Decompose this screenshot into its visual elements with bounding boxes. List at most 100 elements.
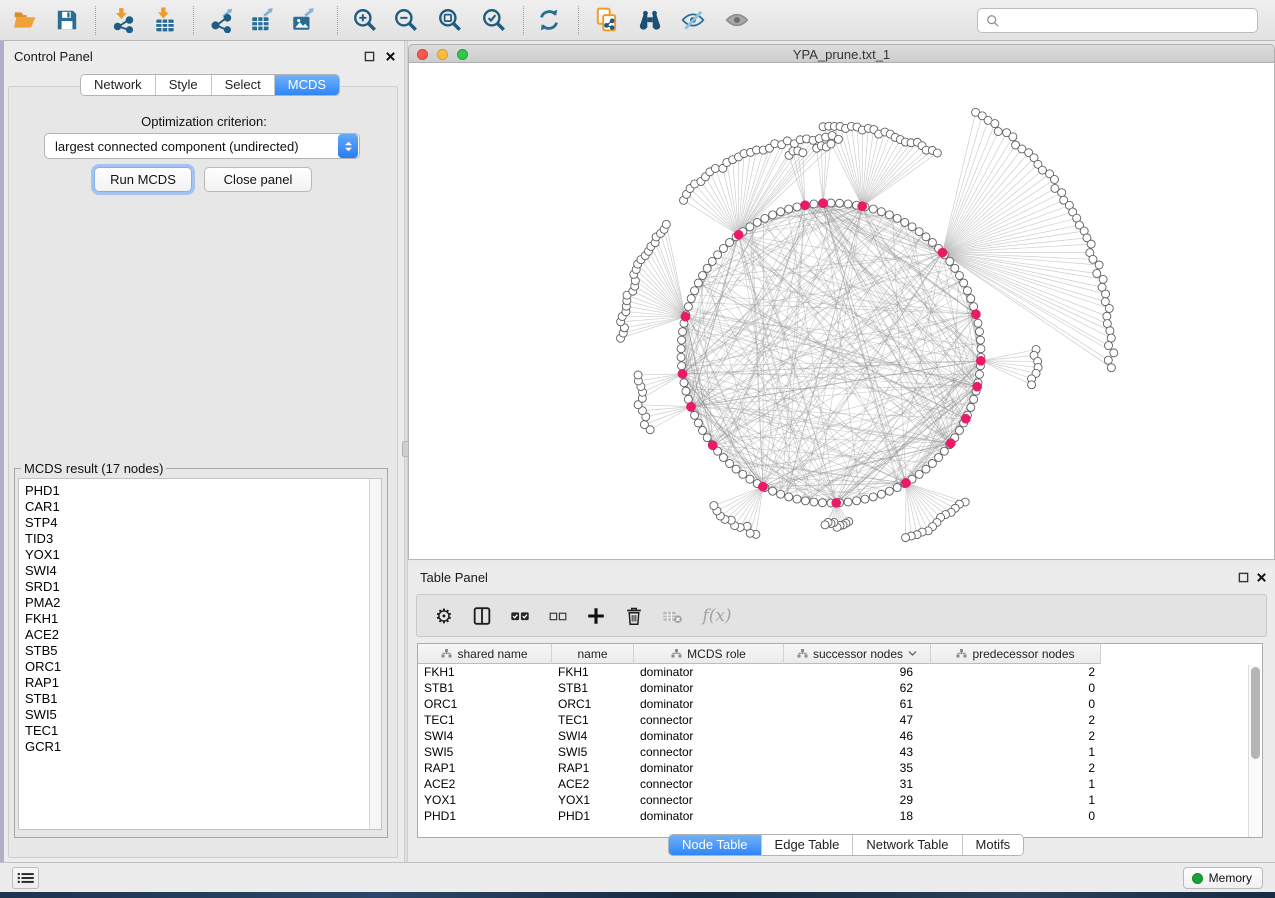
table-scrollbar[interactable] [1248,665,1261,837]
table-cell: connector [634,712,784,728]
column-header-mcds-role[interactable]: MCDS role [634,644,784,664]
import-network-button[interactable] [106,3,140,37]
tab-style[interactable]: Style [155,75,211,95]
close-table-panel-icon[interactable] [1254,570,1268,584]
table-cell: 96 [784,664,931,680]
mcds-result-item[interactable]: SRD1 [19,579,381,595]
mcds-result-item[interactable]: CAR1 [19,499,381,515]
mcds-result-item[interactable]: STB5 [19,643,381,659]
mcds-result-list[interactable]: PHD1CAR1STP4TID3YOX1SWI4SRD1PMA2FKH1ACE2… [18,478,382,830]
table-tab-node-table[interactable]: Node Table [669,835,761,855]
memory-button[interactable]: Memory [1183,867,1263,889]
delete-row-button[interactable] [621,603,647,629]
hide-unhide-button[interactable] [676,3,710,37]
close-panel-icon[interactable] [383,49,397,63]
zoom-fit-icon [437,7,463,33]
gear-icon: ⚙ [435,605,453,627]
table-cell: ACE2 [418,776,552,792]
task-history-button[interactable] [12,867,39,889]
network-file-icon [594,7,620,33]
close-panel-button[interactable]: Close panel [204,167,312,192]
table-row[interactable]: YOX1YOX1connector291 [418,792,1262,808]
refresh-icon [536,7,562,33]
run-mcds-button[interactable]: Run MCDS [94,167,192,192]
mcds-result-item[interactable]: TEC1 [19,723,381,739]
tab-network[interactable]: Network [81,75,155,95]
mcds-result-item[interactable]: STB1 [19,691,381,707]
toolbar-separator [523,6,524,35]
unselect-all-button[interactable] [545,603,571,629]
export-network-button[interactable] [205,3,239,37]
search-binoculars-button[interactable] [633,3,667,37]
table-settings-button[interactable]: ⚙ [431,603,457,629]
table-row[interactable]: ORC1ORC1dominator610 [418,696,1262,712]
table-row[interactable]: ACE2ACE2connector311 [418,776,1262,792]
mcds-result-item[interactable]: ORC1 [19,659,381,675]
function-builder-button[interactable]: f(x) [697,603,737,629]
import-table-button[interactable] [148,3,182,37]
maximize-window-icon[interactable] [457,49,468,60]
table-tab-edge-table[interactable]: Edge Table [761,835,853,855]
export-image-button[interactable] [286,3,320,37]
application-window: Control Panel NetworkStyleSelectMCDS Opt… [0,0,1275,898]
show-columns-button[interactable] [469,603,495,629]
mcds-result-item[interactable]: GCR1 [19,739,381,755]
refresh-button[interactable] [532,3,566,37]
mcds-list-scrollbar[interactable] [369,479,381,829]
open-file-button[interactable] [8,3,42,37]
zoom-selected-button[interactable] [477,3,511,37]
mcds-result-item[interactable]: SWI5 [19,707,381,723]
table-row[interactable]: FKH1FKH1dominator962 [418,664,1262,680]
mcds-result-item[interactable]: PHD1 [19,483,381,499]
column-header-successor-nodes[interactable]: successor nodes [784,644,931,664]
tab-select[interactable]: Select [211,75,274,95]
delete-table-button[interactable] [659,603,685,629]
network-graph[interactable] [409,63,1275,560]
zoom-fit-button[interactable] [433,3,467,37]
table-row[interactable]: SWI4SWI4dominator462 [418,728,1262,744]
mcds-result-item[interactable]: FKH1 [19,611,381,627]
table-tab-network-table[interactable]: Network Table [852,835,961,855]
show-all-button[interactable] [720,3,754,37]
table-row[interactable]: SWI5SWI5connector431 [418,744,1262,760]
save-floppy-icon [54,7,80,33]
optimization-criterion-dropdown[interactable]: largest connected component (undirected) [44,133,360,159]
table-cell: PHD1 [418,808,552,824]
add-row-button[interactable] [583,603,609,629]
tab-mcds[interactable]: MCDS [274,75,339,95]
minimize-window-icon[interactable] [437,49,448,60]
select-all-button[interactable] [507,603,533,629]
mcds-result-item[interactable]: PMA2 [19,595,381,611]
float-panel-icon[interactable] [362,49,376,63]
table-row[interactable]: TEC1TEC1connector472 [418,712,1262,728]
search-icon [986,14,1000,28]
table-cell: FKH1 [418,664,552,680]
column-header-predecessor-nodes[interactable]: predecessor nodes [931,644,1101,664]
table-header-row: shared namenameMCDS rolesuccessor nodesp… [418,644,1262,664]
table-scrollbar-thumb[interactable] [1251,667,1260,759]
network-file-button[interactable] [590,3,624,37]
search-field[interactable] [977,8,1258,33]
table-row[interactable]: STB1STB1dominator620 [418,680,1262,696]
mcds-result-item[interactable]: SWI4 [19,563,381,579]
table-row[interactable]: PHD1PHD1dominator180 [418,808,1262,824]
mcds-result-item[interactable]: ACE2 [19,627,381,643]
mcds-result-item[interactable]: RAP1 [19,675,381,691]
network-canvas[interactable] [408,63,1275,560]
zoom-out-button[interactable] [389,3,423,37]
column-header-name[interactable]: name [552,644,634,664]
float-table-panel-icon[interactable] [1236,570,1250,584]
zoom-in-button[interactable] [348,3,382,37]
export-table-button[interactable] [245,3,279,37]
column-header-shared-name[interactable]: shared name [418,644,552,664]
toolbar-separator [95,6,96,35]
close-window-icon[interactable] [417,49,428,60]
table-tab-motifs[interactable]: Motifs [962,835,1024,855]
save-session-button[interactable] [50,3,84,37]
table-row[interactable]: RAP1RAP1dominator352 [418,760,1262,776]
mcds-result-item[interactable]: TID3 [19,531,381,547]
network-window-titlebar[interactable]: YPA_prune.txt_1 [408,44,1275,63]
mcds-result-item[interactable]: STP4 [19,515,381,531]
search-input[interactable] [1000,11,1257,31]
mcds-result-item[interactable]: YOX1 [19,547,381,563]
